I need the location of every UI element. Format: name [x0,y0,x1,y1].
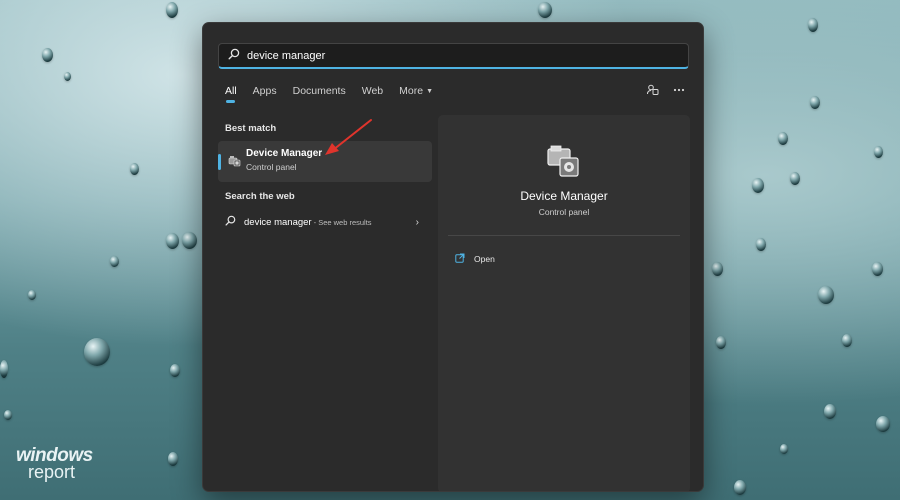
raindrop [818,286,834,304]
start-search-panel: All Apps Documents Web More▼ Best match … [202,22,704,492]
raindrop [778,132,788,145]
raindrop [166,233,179,249]
search-web-heading: Search the web [225,191,295,202]
detail-pane: Device Manager Control panel Open [438,115,690,491]
tab-documents[interactable]: Documents [293,85,346,103]
open-label: Open [474,254,495,264]
raindrop [4,410,12,420]
best-match-heading: Best match [225,123,277,134]
raindrop [790,172,800,185]
result-title: Device Manager [246,148,323,159]
raindrop [166,2,178,18]
raindrop [808,18,818,32]
detail-subtitle: Control panel [538,207,590,217]
raindrop [752,178,764,193]
more-options-icon[interactable] [673,88,685,92]
tab-label: More [399,85,424,97]
raindrop [538,2,552,18]
search-icon [225,213,236,231]
raindrop [712,262,723,276]
raindrop [842,334,852,347]
raindrop [876,416,890,432]
open-external-icon [455,250,465,268]
raindrop [810,96,820,109]
open-action[interactable]: Open [455,250,495,268]
detail-title: Device Manager [520,189,608,203]
tab-apps[interactable]: Apps [253,85,277,103]
chevron-right-icon: › [415,216,419,228]
switch-account-icon[interactable] [646,83,659,96]
chevron-down-icon: ▼ [426,87,433,95]
raindrop [756,238,766,251]
raindrop [182,232,197,249]
raindrop [110,256,119,267]
search-box[interactable] [218,43,689,69]
raindrop [0,360,8,378]
raindrop [824,404,836,419]
raindrop [64,72,71,81]
tab-label: Web [361,85,384,97]
result-subtitle: Control panel [246,162,297,172]
web-search-result[interactable]: device manager - See web results › [225,213,425,231]
raindrop [874,146,883,158]
raindrop [42,48,53,62]
device-manager-icon [544,145,584,184]
raindrop [84,338,110,366]
raindrop [130,163,139,175]
raindrop [168,452,178,466]
tab-label: All [225,85,237,97]
web-results-suffix: - See web results [313,217,372,227]
raindrop [170,364,180,377]
tab-web[interactable]: Web [362,85,383,103]
tab-more[interactable]: More ▼ [399,85,433,103]
tab-label: Apps [252,85,277,97]
tab-all[interactable]: All [225,85,237,103]
raindrop [780,444,788,454]
top-actions [646,83,685,96]
search-input[interactable] [247,44,688,67]
web-query: device manager [244,216,312,228]
windows-report-logo: windows report [16,446,93,481]
raindrop [716,336,726,349]
device-manager-icon [228,154,242,173]
raindrop [872,262,883,276]
raindrop [28,290,36,300]
divider [448,235,680,236]
raindrop [734,480,746,495]
red-arrow-annotation [325,119,372,155]
search-icon [228,47,240,65]
tab-label: Documents [292,85,346,97]
filter-tabs: All Apps Documents Web More ▼ [225,85,449,103]
